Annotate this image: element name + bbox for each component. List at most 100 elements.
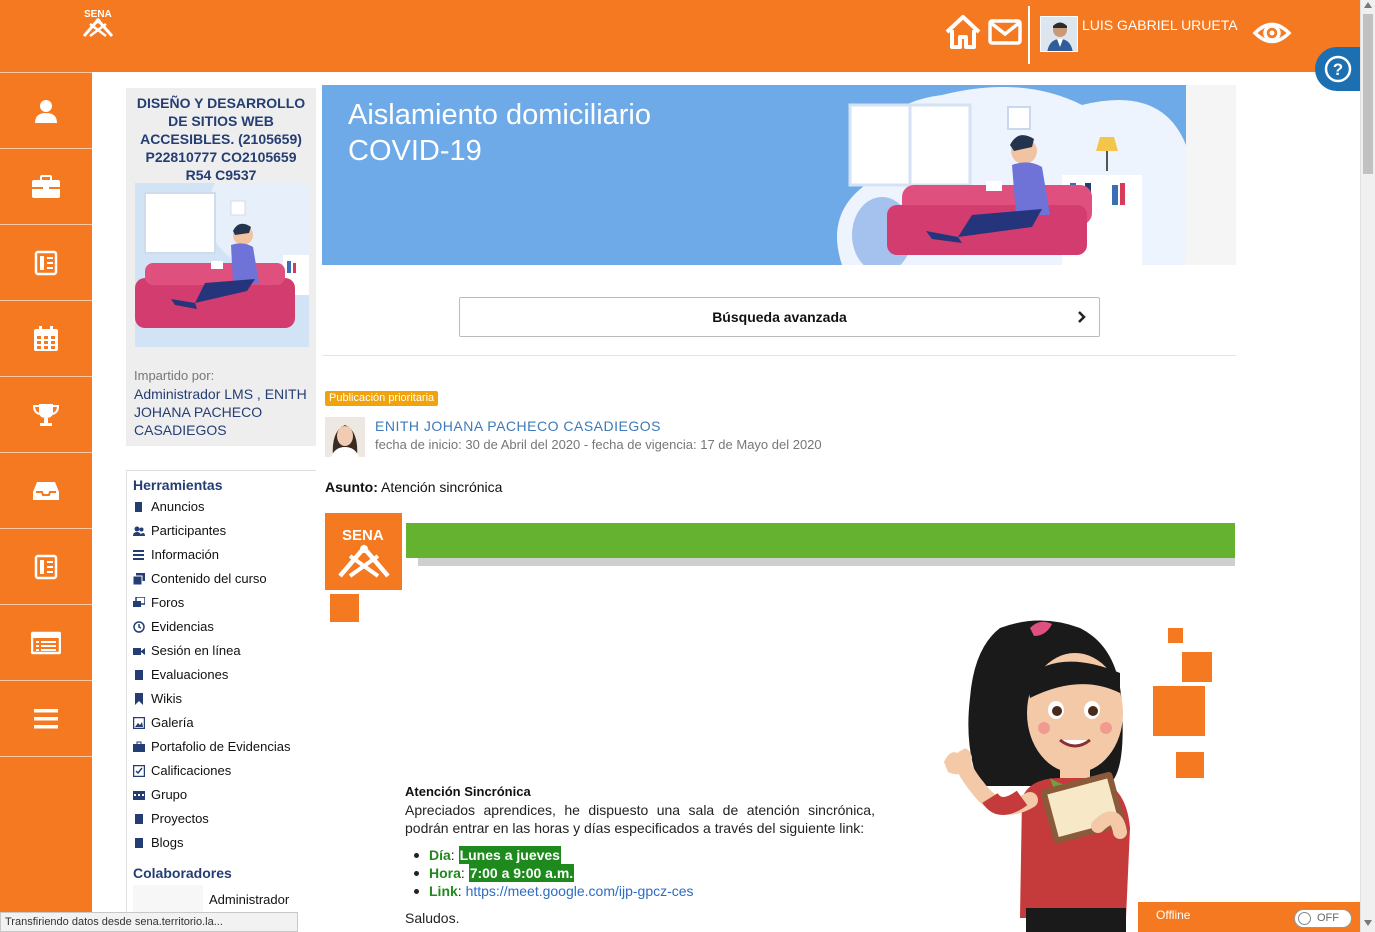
sidebar-item-library[interactable] [0,528,92,604]
portfolio-icon [133,741,145,752]
user-icon [35,99,57,123]
menu-icon [34,708,58,728]
bar-shadow [418,558,1235,566]
announcement-icon [135,501,142,512]
course-card: DISEÑO Y DESARROLLO DE SITIOS WEB ACCESI… [126,88,316,446]
browser-status-bar: Transfiriendo datos desde sena.territori… [0,912,298,932]
tool-sesion[interactable]: Sesión en línea [133,643,241,658]
tool-evidencias[interactable]: Evidencias [133,619,214,634]
tool-wikis[interactable]: Wikis [133,691,182,706]
attention-body: Apreciados aprendices, he dispuesto una … [405,802,875,836]
header-divider [1028,6,1030,64]
tool-anuncios[interactable]: Anuncios [133,499,204,514]
sena-logo-box: SENA [325,513,402,590]
post-author[interactable]: ENITH JOHANA PACHECO CASADIEGOS [375,418,661,434]
decor-square [330,594,359,622]
scroll-thumb[interactable] [1363,14,1373,174]
briefcase-icon [32,174,60,198]
tool-participantes[interactable]: Participantes [133,523,226,538]
decor-square [1176,752,1204,778]
user-avatar[interactable] [1040,16,1078,52]
decor-square [1168,628,1183,643]
scroll-down-arrow[interactable] [1364,920,1372,926]
detail-link: Link: https://meet.google.com/ijp-gpcz-c… [414,882,694,900]
section-divider [322,355,1236,356]
tool-grupo[interactable]: Grupo [133,787,187,802]
course-title[interactable]: DISEÑO Y DESARROLLO DE SITIOS WEB ACCESI… [134,94,308,184]
tool-blogs[interactable]: Blogs [133,835,184,850]
content-icon [133,572,145,585]
sidebar-item-content[interactable] [0,224,92,300]
group-icon [133,790,145,800]
evidence-icon [133,620,145,633]
tools-panel: Herramientas Anuncios Participantes Info… [126,470,316,932]
post-dates: fecha de inicio: 30 de Abril del 2020 - … [375,437,822,452]
toggle-state: OFF [1317,912,1339,924]
post-subject: Asunto: Atención sincrónica [325,479,503,495]
greeting-text: Saludos. [405,910,460,926]
meet-link[interactable]: https://meet.google.com/ijp-gpcz-ces [466,882,694,900]
left-sidebar [0,72,92,932]
offline-widget: Offline OFF [1138,902,1360,932]
banner-title: Aislamiento domiciliario COVID-19 [348,99,651,167]
eye-icon[interactable] [1252,18,1292,48]
sidebar-item-inbox[interactable] [0,452,92,528]
info-icon [133,549,144,560]
taught-by-label: Impartido por: [134,368,215,383]
grades-icon [133,764,145,777]
tool-evaluaciones[interactable]: Evaluaciones [133,667,228,682]
collaborator-name[interactable]: Administrador [209,892,289,907]
sena-logo: SENA [337,527,390,578]
video-icon [133,647,145,655]
chevron-right-icon [1078,311,1086,323]
scroll-up-arrow[interactable] [1364,2,1372,8]
tool-portafolio[interactable]: Portafolio de Evidencias [133,739,290,754]
detail-hour: Hora: 7:00 a 9:00 a.m. [414,864,694,882]
user-name[interactable]: LUIS GABRIEL URUETA [1082,17,1238,33]
tool-contenido[interactable]: Contenido del curso [133,571,267,586]
mail-icon[interactable] [988,17,1022,47]
course-image [135,183,309,347]
tool-informacion[interactable]: Información [133,547,219,562]
inbox-icon [33,481,59,500]
attention-details: Día: Lunes a jueves Hora: 7:00 a 9:00 a.… [414,846,694,900]
sidebar-empty [0,756,92,932]
advanced-search-button[interactable]: Búsqueda avanzada [459,297,1100,337]
gallery-icon [133,716,145,729]
calendar-icon [34,325,58,351]
top-bar: SENA LUIS GABRIEL URUETA [0,0,1360,72]
tool-calificaciones[interactable]: Calificaciones [133,763,231,778]
forum-icon [133,596,145,607]
blog-icon [135,837,143,848]
svg-text:?: ? [1333,60,1343,79]
attention-title: Atención Sincrónica [405,784,531,799]
sidebar-item-profile[interactable] [0,72,92,148]
sidebar-item-menu[interactable] [0,680,92,756]
author-avatar [325,417,365,457]
decor-square [1182,652,1212,682]
offline-toggle[interactable]: OFF [1294,909,1352,928]
tool-proyectos[interactable]: Proyectos [133,811,209,826]
offline-label: Offline [1156,908,1191,922]
detail-day: Día: Lunes a jueves [414,846,694,864]
sidebar-item-list[interactable] [0,604,92,680]
trophy-icon [32,403,60,426]
green-header-bar [406,523,1235,558]
help-button[interactable]: ? [1315,47,1361,91]
evaluation-icon [135,669,143,680]
taught-by-names[interactable]: Administrador LMS , ENITH JOHANA PACHECO… [134,385,310,439]
tool-galeria[interactable]: Galería [133,715,194,730]
book-icon [34,554,58,579]
sena-logo[interactable]: SENA [80,6,116,40]
page-scrollbar[interactable] [1360,0,1375,932]
sidebar-item-calendar[interactable] [0,300,92,376]
sidebar-item-achievements[interactable] [0,376,92,452]
help-icon: ? [1324,55,1352,83]
decor-square [1153,686,1205,736]
book-icon [34,250,58,275]
banner-container: Aislamiento domiciliario COVID-19 [322,85,1236,265]
home-icon[interactable] [944,14,982,50]
sidebar-item-courses[interactable] [0,148,92,224]
toggle-knob [1298,912,1311,925]
tool-foros[interactable]: Foros [133,595,184,610]
